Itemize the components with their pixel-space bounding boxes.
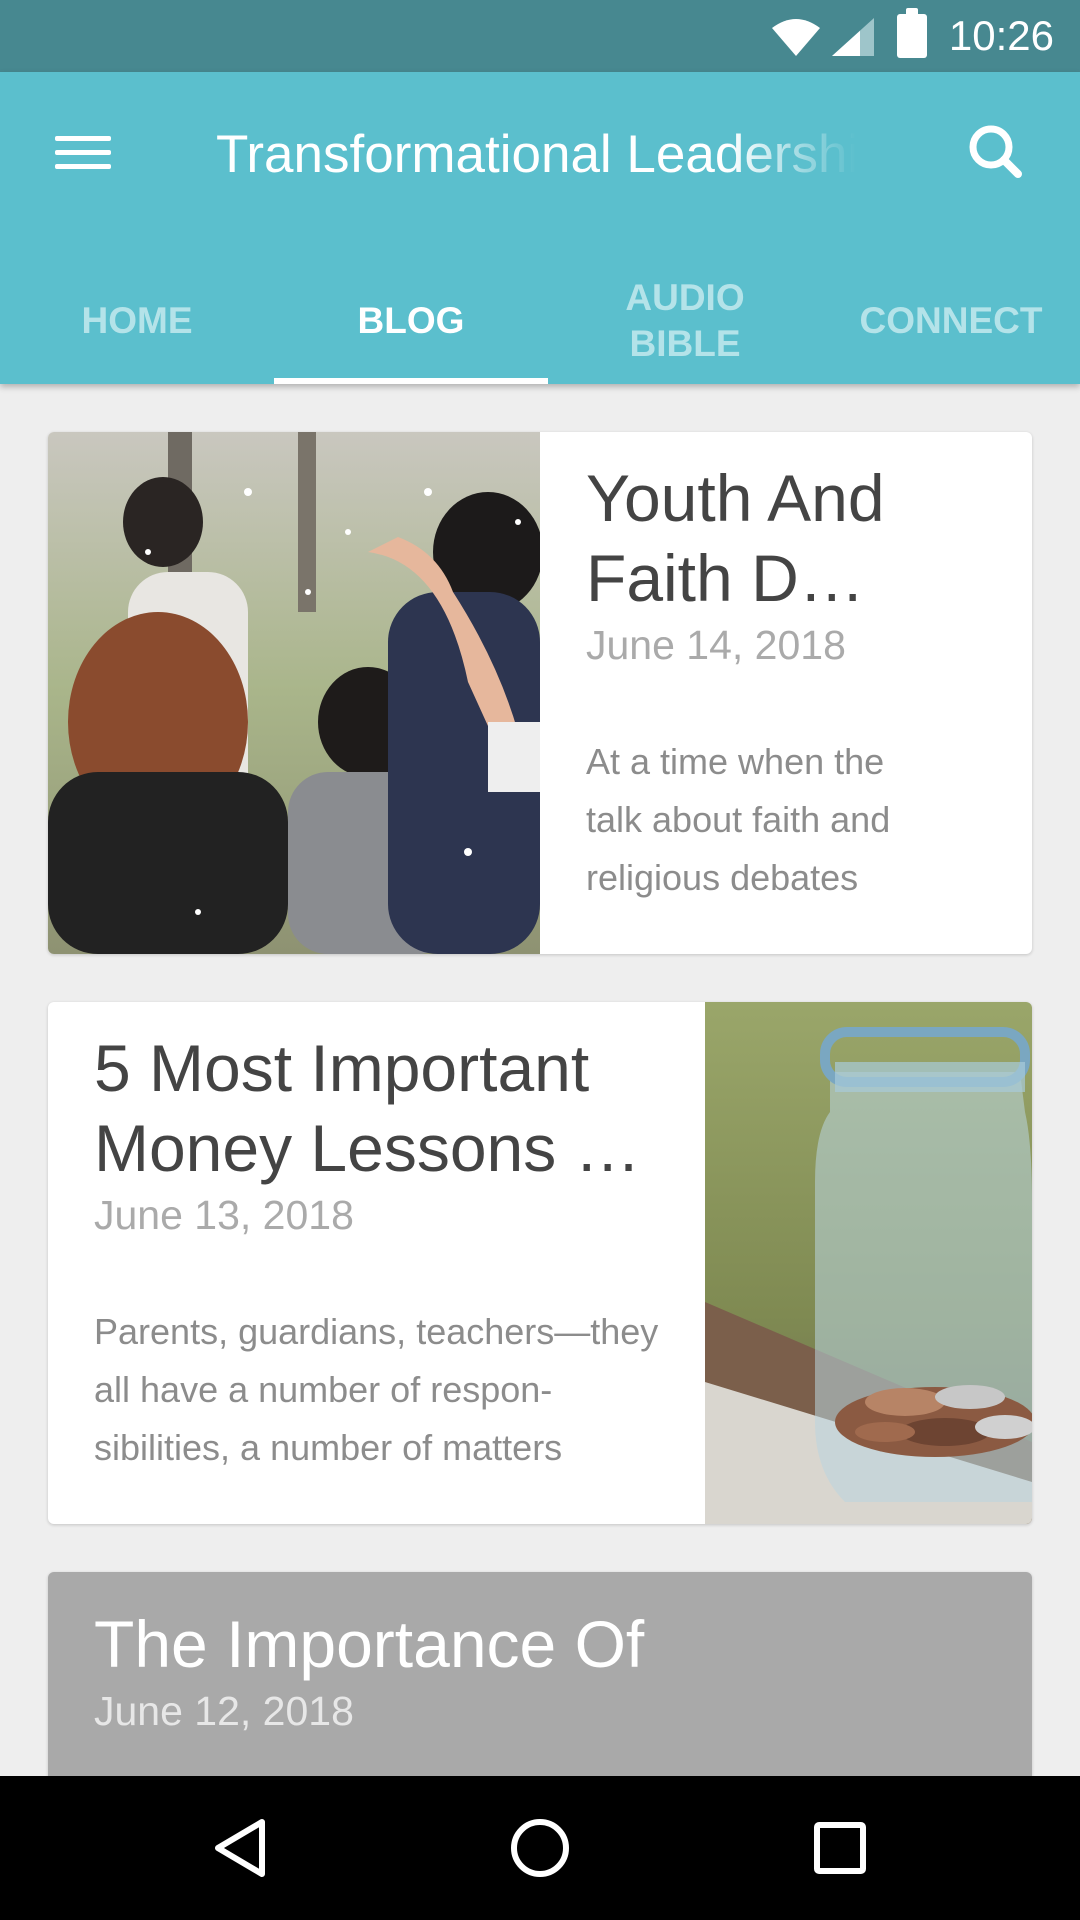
coin-jar-photo bbox=[705, 1002, 1032, 1524]
cell-signal-icon bbox=[832, 18, 874, 56]
tab-blog[interactable]: BLOG bbox=[274, 258, 548, 384]
search-icon[interactable] bbox=[956, 112, 1036, 192]
post-excerpt: Parents, guardians, teachers—they all ha… bbox=[94, 1311, 659, 1468]
crowd-of-young-people-photo bbox=[48, 432, 540, 954]
post-text: Youth And Faith D… June 14, 2018 At a ti… bbox=[586, 458, 1006, 907]
post-title: Youth And Faith D… bbox=[586, 461, 885, 615]
system-nav-bar bbox=[0, 1776, 1080, 1920]
post-title: The Importance Of bbox=[94, 1607, 645, 1681]
tab-audio-bible[interactable]: AUDIO BIBLE bbox=[548, 258, 822, 384]
blog-post-card[interactable]: 5 Most Important Money Lessons … June 13… bbox=[48, 1002, 1032, 1524]
tab-home[interactable]: HOME bbox=[0, 258, 274, 384]
app-bar: Transformational Leadership HOME BLOG AU… bbox=[0, 72, 1080, 384]
battery-icon bbox=[897, 8, 927, 58]
wifi-icon bbox=[772, 19, 820, 56]
blog-post-card[interactable]: Youth And Faith D… June 14, 2018 At a ti… bbox=[48, 432, 1032, 954]
post-date: June 12, 2018 bbox=[94, 1688, 354, 1734]
home-circle-icon[interactable] bbox=[490, 1798, 590, 1898]
tab-connect[interactable]: CONNECT bbox=[822, 258, 1080, 384]
status-bar: 10:26 bbox=[0, 0, 1080, 72]
blog-list: Youth And Faith D… June 14, 2018 At a ti… bbox=[0, 384, 1080, 1776]
post-date: June 13, 2018 bbox=[94, 1192, 354, 1238]
post-text: The Importance Of June 12, 2018 bbox=[94, 1604, 994, 1735]
blog-post-card[interactable]: The Importance Of June 12, 2018 bbox=[48, 1572, 1032, 1776]
post-text: 5 Most Important Money Lessons … June 13… bbox=[94, 1028, 684, 1477]
hamburger-menu-icon[interactable] bbox=[42, 112, 128, 188]
tab-bar: HOME BLOG AUDIO BIBLE CONNECT bbox=[0, 258, 1080, 384]
post-date: June 14, 2018 bbox=[586, 622, 846, 668]
back-triangle-icon[interactable] bbox=[190, 1798, 290, 1898]
post-excerpt: At a time when the talk about faith and … bbox=[586, 741, 891, 898]
status-time: 10:26 bbox=[948, 12, 1054, 59]
recents-square-icon[interactable] bbox=[790, 1798, 890, 1898]
app-title: Transformational Leadership bbox=[216, 125, 856, 184]
active-tab-indicator bbox=[274, 378, 548, 384]
post-title: 5 Most Important Money Lessons … bbox=[94, 1031, 641, 1185]
